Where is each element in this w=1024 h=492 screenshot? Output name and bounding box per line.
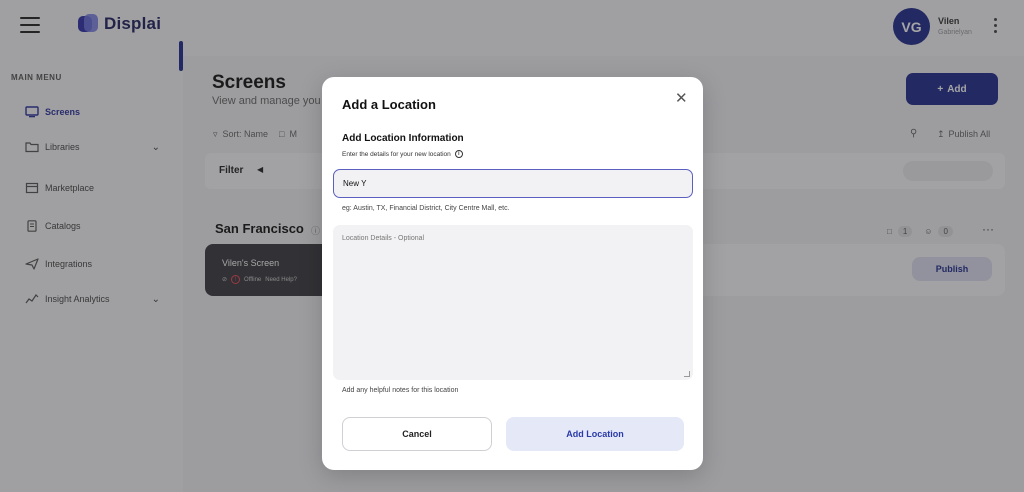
location-details-hint: Add any helpful notes for this location bbox=[342, 387, 459, 394]
section-subtitle: Enter the details for your new location … bbox=[342, 150, 463, 158]
location-details-textarea[interactable] bbox=[333, 225, 693, 380]
section-subtitle-text: Enter the details for your new location bbox=[342, 150, 451, 158]
section-title: Add Location Information bbox=[342, 133, 464, 144]
resize-handle-icon[interactable] bbox=[684, 371, 690, 377]
modal-title: Add a Location bbox=[342, 97, 436, 112]
add-location-button[interactable]: Add Location bbox=[506, 417, 684, 451]
cancel-button[interactable]: Cancel bbox=[342, 417, 492, 451]
location-name-input[interactable] bbox=[333, 169, 693, 198]
location-name-hint: eg: Austin, TX, Financial District, City… bbox=[342, 205, 510, 212]
add-location-modal: Add a Location ✕ Add Location Informatio… bbox=[322, 77, 703, 470]
close-icon[interactable]: ✕ bbox=[675, 89, 688, 107]
info-icon[interactable]: i bbox=[454, 150, 463, 158]
